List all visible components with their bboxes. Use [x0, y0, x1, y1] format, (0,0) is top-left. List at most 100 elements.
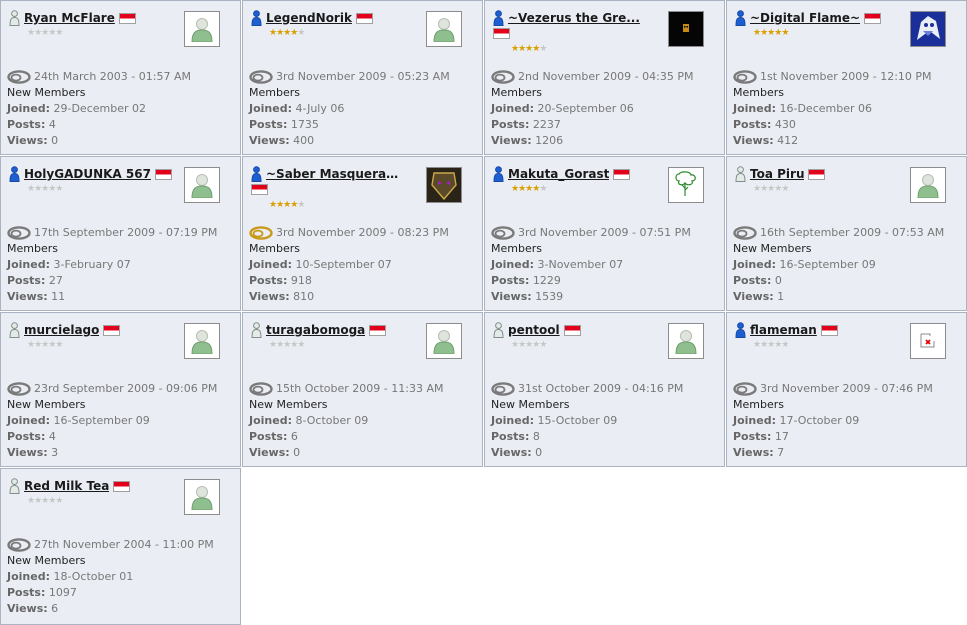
name-row: Red Milk Tea: [9, 478, 174, 494]
member-name-link[interactable]: murcielago: [24, 323, 99, 337]
creature-avatar-icon[interactable]: [910, 11, 946, 47]
star-filled-icon: ★: [290, 28, 298, 38]
star-empty-icon: ★: [767, 340, 775, 350]
member-card-12: flameman ★ ★ ★ ★ ★ 3rd November 2009 - 07:46…: [726, 312, 967, 467]
star-empty-icon: ★: [781, 184, 789, 194]
member-name-link[interactable]: Ryan McFlare: [24, 11, 115, 25]
member-name-link[interactable]: ~Digital Flame~: [750, 11, 860, 25]
joined-label: Joined:: [7, 102, 50, 115]
member-card-6: ~Saber Masquerad... ★ ★ ★ ★ ★ 3rd November 2…: [242, 156, 483, 311]
member-card-5: HolyGADUNKA 567 ★ ★ ★ ★ ★ 17th September 200…: [0, 156, 241, 311]
views-field: Views: 1206: [491, 133, 720, 149]
star-empty-icon: ★: [525, 340, 533, 350]
tree-avatar-icon[interactable]: [668, 167, 704, 203]
default-avatar-icon[interactable]: [184, 479, 220, 515]
default-avatar-icon[interactable]: [184, 323, 220, 359]
joined-field: Joined: 18-October 01: [7, 569, 236, 585]
default-avatar-icon[interactable]: [184, 167, 220, 203]
member-name-link[interactable]: Red Milk Tea: [24, 479, 109, 493]
views-value: 0: [51, 134, 59, 147]
joined-field: Joined: 17-October 09: [733, 413, 962, 429]
broken-image-icon[interactable]: [910, 323, 946, 359]
last-active-row: 1st November 2009 - 12:10 PM: [733, 69, 962, 85]
default-avatar-icon[interactable]: [184, 11, 220, 47]
posts-value: 1735: [290, 118, 319, 131]
mask-avatar-icon[interactable]: [426, 167, 462, 203]
member-card-3: ~Vezerus the Gre... ★ ★ ★ ★ ★ 2nd November 2…: [484, 0, 725, 155]
last-active-text: 24th March 2003 - 01:57 AM: [34, 70, 191, 83]
member-name-link[interactable]: Makuta_Gorast: [508, 167, 609, 181]
views-value: 1206: [535, 134, 564, 147]
indonesia-flag-icon: [154, 168, 172, 180]
star-empty-icon: ★: [774, 184, 782, 194]
last-active-text: 31st October 2009 - 04:16 PM: [518, 382, 684, 395]
default-avatar-icon[interactable]: [668, 323, 704, 359]
member-card-7: Makuta_Gorast ★ ★ ★ ★ ★ 3rd November 2009 - …: [484, 156, 725, 311]
star-empty-icon: ★: [539, 44, 547, 54]
last-active-row: 24th March 2003 - 01:57 AM: [7, 69, 236, 85]
dark-pixel-avatar-icon[interactable]: [668, 11, 704, 47]
member-name-link[interactable]: turagabomoga: [266, 323, 365, 337]
member-header: pentool ★ ★ ★ ★ ★: [493, 322, 658, 350]
member-name-link[interactable]: LegendNorik: [266, 11, 352, 25]
rating-stars: ★ ★ ★ ★ ★: [27, 341, 174, 350]
star-filled-icon: ★: [767, 28, 775, 38]
star-filled-icon: ★: [532, 44, 540, 54]
joined-label: Joined:: [733, 102, 776, 115]
posts-field: Posts: 1229: [491, 273, 720, 289]
star-empty-icon: ★: [511, 340, 519, 350]
offline-status-icon: [733, 382, 757, 396]
views-value: 0: [535, 446, 543, 459]
views-field: Views: 810: [249, 289, 478, 305]
last-active-text: 15th October 2009 - 11:33 AM: [276, 382, 444, 395]
last-active-text: 27th November 2004 - 11:00 PM: [34, 538, 214, 551]
posts-field: Posts: 0: [733, 273, 962, 289]
flag-row: [493, 28, 658, 42]
star-filled-icon: ★: [518, 184, 526, 194]
star-empty-icon: ★: [34, 184, 42, 194]
member-name-link[interactable]: ~Saber Masquerad...: [266, 167, 406, 181]
joined-field: Joined: 16-December 06: [733, 101, 962, 117]
star-filled-icon: ★: [511, 44, 519, 54]
views-value: 3: [51, 446, 59, 459]
member-name-link[interactable]: ~Vezerus the Gre...: [508, 11, 640, 25]
star-filled-icon: ★: [276, 28, 284, 38]
member-name-link[interactable]: pentool: [508, 323, 560, 337]
posts-label: Posts:: [249, 430, 288, 443]
joined-label: Joined:: [249, 414, 292, 427]
default-avatar-icon[interactable]: [426, 11, 462, 47]
name-row: flameman: [735, 322, 900, 338]
member-name-link[interactable]: HolyGADUNKA 567: [24, 167, 151, 181]
member-info: 3rd November 2009 - 07:46 PM Members Joi…: [733, 381, 962, 461]
joined-field: Joined: 8-October 09: [249, 413, 478, 429]
posts-label: Posts:: [491, 274, 530, 287]
star-filled-icon: ★: [781, 28, 789, 38]
name-row: turagabomoga: [251, 322, 416, 338]
member-card-1: Ryan McFlare ★ ★ ★ ★ ★ 24th March 2003 - 01:…: [0, 0, 241, 155]
offline-status-icon: [249, 70, 273, 84]
default-avatar-icon[interactable]: [426, 323, 462, 359]
posts-label: Posts:: [249, 118, 288, 131]
last-active-row: 3rd November 2009 - 07:51 PM: [491, 225, 720, 241]
member-name-link[interactable]: flameman: [750, 323, 817, 337]
posts-label: Posts:: [7, 274, 46, 287]
rating-stars: ★ ★ ★ ★ ★: [753, 29, 900, 38]
star-empty-icon: ★: [518, 340, 526, 350]
last-active-row: 23rd September 2009 - 09:06 PM: [7, 381, 236, 397]
star-empty-icon: ★: [297, 200, 305, 210]
posts-value: 918: [290, 274, 312, 287]
posts-field: Posts: 8: [491, 429, 720, 445]
star-empty-icon: ★: [539, 184, 547, 194]
joined-label: Joined:: [491, 258, 534, 271]
posts-label: Posts:: [249, 274, 288, 287]
star-filled-icon: ★: [276, 200, 284, 210]
member-header: Red Milk Tea ★ ★ ★ ★ ★: [9, 478, 174, 506]
posts-label: Posts:: [491, 430, 530, 443]
member-name-link[interactable]: Toa Piru: [750, 167, 804, 181]
member-info: 31st October 2009 - 04:16 PM New Members…: [491, 381, 720, 461]
last-active-row: 27th November 2004 - 11:00 PM: [7, 537, 236, 553]
default-avatar-icon[interactable]: [910, 167, 946, 203]
views-label: Views:: [249, 290, 290, 303]
indonesia-flag-icon: [808, 168, 826, 180]
posts-value: 6: [290, 430, 298, 443]
